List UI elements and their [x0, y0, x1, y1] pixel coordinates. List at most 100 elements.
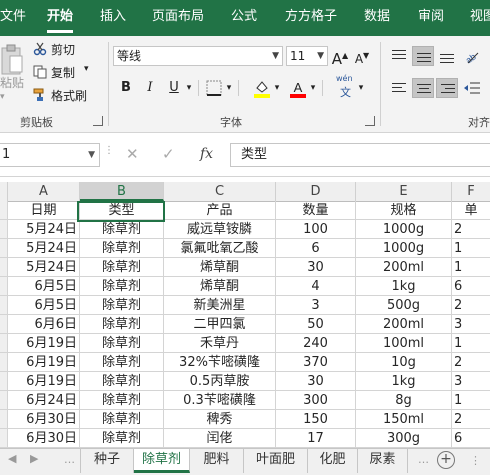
tab-view[interactable]: 视图 — [470, 0, 490, 36]
quantity-cell[interactable]: 50 — [276, 315, 356, 334]
date-cell[interactable]: 5月24日 — [8, 239, 80, 258]
date-cell[interactable]: 6月5日 — [8, 277, 80, 296]
formula-input[interactable]: 类型 — [230, 143, 490, 167]
tab-data[interactable]: 数据 — [364, 0, 390, 36]
align-center-button[interactable] — [412, 78, 434, 98]
drag-handle-icon[interactable]: ⋮ — [104, 146, 114, 162]
name-box[interactable]: 1 ▼ — [0, 143, 100, 167]
row-header[interactable] — [0, 410, 8, 429]
type-cell[interactable]: 类型 — [80, 201, 164, 220]
sheet-tab-seeds[interactable]: 种子 — [80, 449, 134, 473]
spec-cell[interactable]: 150ml — [356, 410, 452, 429]
product-cell[interactable]: 0.5丙草胺 — [164, 372, 276, 391]
insert-function-button[interactable]: fx — [200, 146, 213, 162]
tab-insert[interactable]: 插入 — [100, 0, 126, 36]
type-cell[interactable]: 除草剂 — [80, 429, 164, 448]
select-all-corner[interactable] — [0, 182, 8, 201]
type-cell[interactable]: 除草剂 — [80, 372, 164, 391]
date-cell[interactable]: 日期 — [8, 201, 80, 220]
add-sheet-icon[interactable]: + — [437, 451, 455, 469]
phonetic-dropdown-icon[interactable]: ▾ — [356, 78, 366, 98]
tab-fangfang[interactable]: 方方格子 — [285, 0, 337, 36]
clipboard-launcher-icon[interactable] — [93, 116, 103, 126]
row-header[interactable] — [0, 353, 8, 372]
sheet-tab-chemical-fertilizer[interactable]: 化肥 — [308, 449, 358, 473]
bold-button[interactable]: B — [116, 78, 136, 98]
scissors-icon[interactable] — [33, 42, 47, 56]
quantity-cell[interactable]: 300 — [276, 391, 356, 410]
copy-dropdown-icon[interactable]: ▾ — [84, 64, 89, 74]
spec-cell[interactable]: 8g — [356, 391, 452, 410]
quantity-cell[interactable]: 30 — [276, 258, 356, 277]
type-cell[interactable]: 除草剂 — [80, 296, 164, 315]
row-header[interactable] — [0, 372, 8, 391]
row-header[interactable] — [0, 296, 8, 315]
type-cell[interactable]: 除草剂 — [80, 220, 164, 239]
product-cell[interactable]: 稗秀 — [164, 410, 276, 429]
product-cell[interactable]: 二甲四氯 — [164, 315, 276, 334]
type-cell[interactable]: 除草剂 — [80, 334, 164, 353]
date-cell[interactable]: 6月30日 — [8, 410, 80, 429]
product-cell[interactable]: 32%苄嘧磺隆 — [164, 353, 276, 372]
phonetic-top[interactable]: wén — [336, 74, 353, 83]
price-cell[interactable]: 1 — [452, 258, 490, 277]
more-sheets-left-icon[interactable]: … — [64, 453, 75, 466]
orientation-icon[interactable]: ab — [462, 46, 482, 66]
price-cell[interactable]: 6 — [452, 277, 490, 296]
fill-color-icon[interactable] — [252, 78, 272, 98]
format-painter-icon[interactable] — [33, 88, 47, 102]
row-header[interactable] — [0, 334, 8, 353]
quantity-cell[interactable]: 数量 — [276, 201, 356, 220]
sheet-tab-foliar-fertilizer[interactable]: 叶面肥 — [244, 449, 308, 473]
spec-cell[interactable]: 1kg — [356, 372, 452, 391]
quantity-cell[interactable]: 4 — [276, 277, 356, 296]
row-header[interactable] — [0, 315, 8, 334]
date-cell[interactable]: 6月24日 — [8, 391, 80, 410]
tab-page-layout[interactable]: 页面布局 — [152, 0, 204, 36]
date-cell[interactable]: 6月6日 — [8, 315, 80, 334]
price-cell[interactable]: 2 — [452, 220, 490, 239]
paste-label[interactable]: 粘贴 — [0, 74, 24, 91]
quantity-cell[interactable]: 3 — [276, 296, 356, 315]
date-cell[interactable]: 6月5日 — [8, 296, 80, 315]
row-header[interactable] — [0, 201, 8, 220]
price-cell[interactable]: 2 — [452, 353, 490, 372]
date-cell[interactable]: 6月19日 — [8, 353, 80, 372]
product-cell[interactable]: 产品 — [164, 201, 276, 220]
date-cell[interactable]: 6月30日 — [8, 429, 80, 448]
copy-button[interactable]: 复制 — [51, 64, 75, 81]
quantity-cell[interactable]: 17 — [276, 429, 356, 448]
align-right-button[interactable] — [436, 78, 458, 98]
chevron-down-icon[interactable]: ▼ — [88, 144, 95, 166]
align-top-button[interactable] — [388, 46, 410, 66]
decrease-indent-icon[interactable] — [462, 78, 482, 98]
type-cell[interactable]: 除草剂 — [80, 391, 164, 410]
fill-color-dropdown-icon[interactable]: ▾ — [272, 78, 282, 98]
column-header-d[interactable]: D — [276, 182, 356, 201]
product-cell[interactable]: 禾草丹 — [164, 334, 276, 353]
sheet-tab-herbicide[interactable]: 除草剂 — [134, 449, 190, 473]
borders-icon[interactable] — [204, 78, 224, 98]
row-header[interactable] — [0, 239, 8, 258]
grow-font-button[interactable]: A▲ — [330, 46, 350, 68]
price-cell[interactable]: 2 — [452, 410, 490, 429]
format-painter-button[interactable]: 格式刷 — [51, 87, 87, 104]
font-name-select[interactable]: 等线 ▼ — [113, 46, 283, 66]
product-cell[interactable]: 氯氟吡氧乙酸 — [164, 239, 276, 258]
column-header-e[interactable]: E — [356, 182, 452, 201]
italic-button[interactable]: I — [140, 78, 160, 98]
quantity-cell[interactable]: 6 — [276, 239, 356, 258]
quantity-cell[interactable]: 100 — [276, 220, 356, 239]
price-cell[interactable]: 1 — [452, 391, 490, 410]
quantity-cell[interactable]: 150 — [276, 410, 356, 429]
enter-icon[interactable]: ✓ — [162, 145, 175, 163]
sheet-tab-urea[interactable]: 尿素 — [358, 449, 408, 473]
borders-dropdown-icon[interactable]: ▾ — [224, 78, 234, 98]
underline-button[interactable]: U — [164, 78, 184, 98]
product-cell[interactable]: 烯草酮 — [164, 277, 276, 296]
tab-review[interactable]: 审阅 — [418, 0, 444, 36]
row-header[interactable] — [0, 429, 8, 448]
column-header-f[interactable]: F — [452, 182, 490, 201]
row-header[interactable] — [0, 277, 8, 296]
spec-cell[interactable]: 200ml — [356, 315, 452, 334]
